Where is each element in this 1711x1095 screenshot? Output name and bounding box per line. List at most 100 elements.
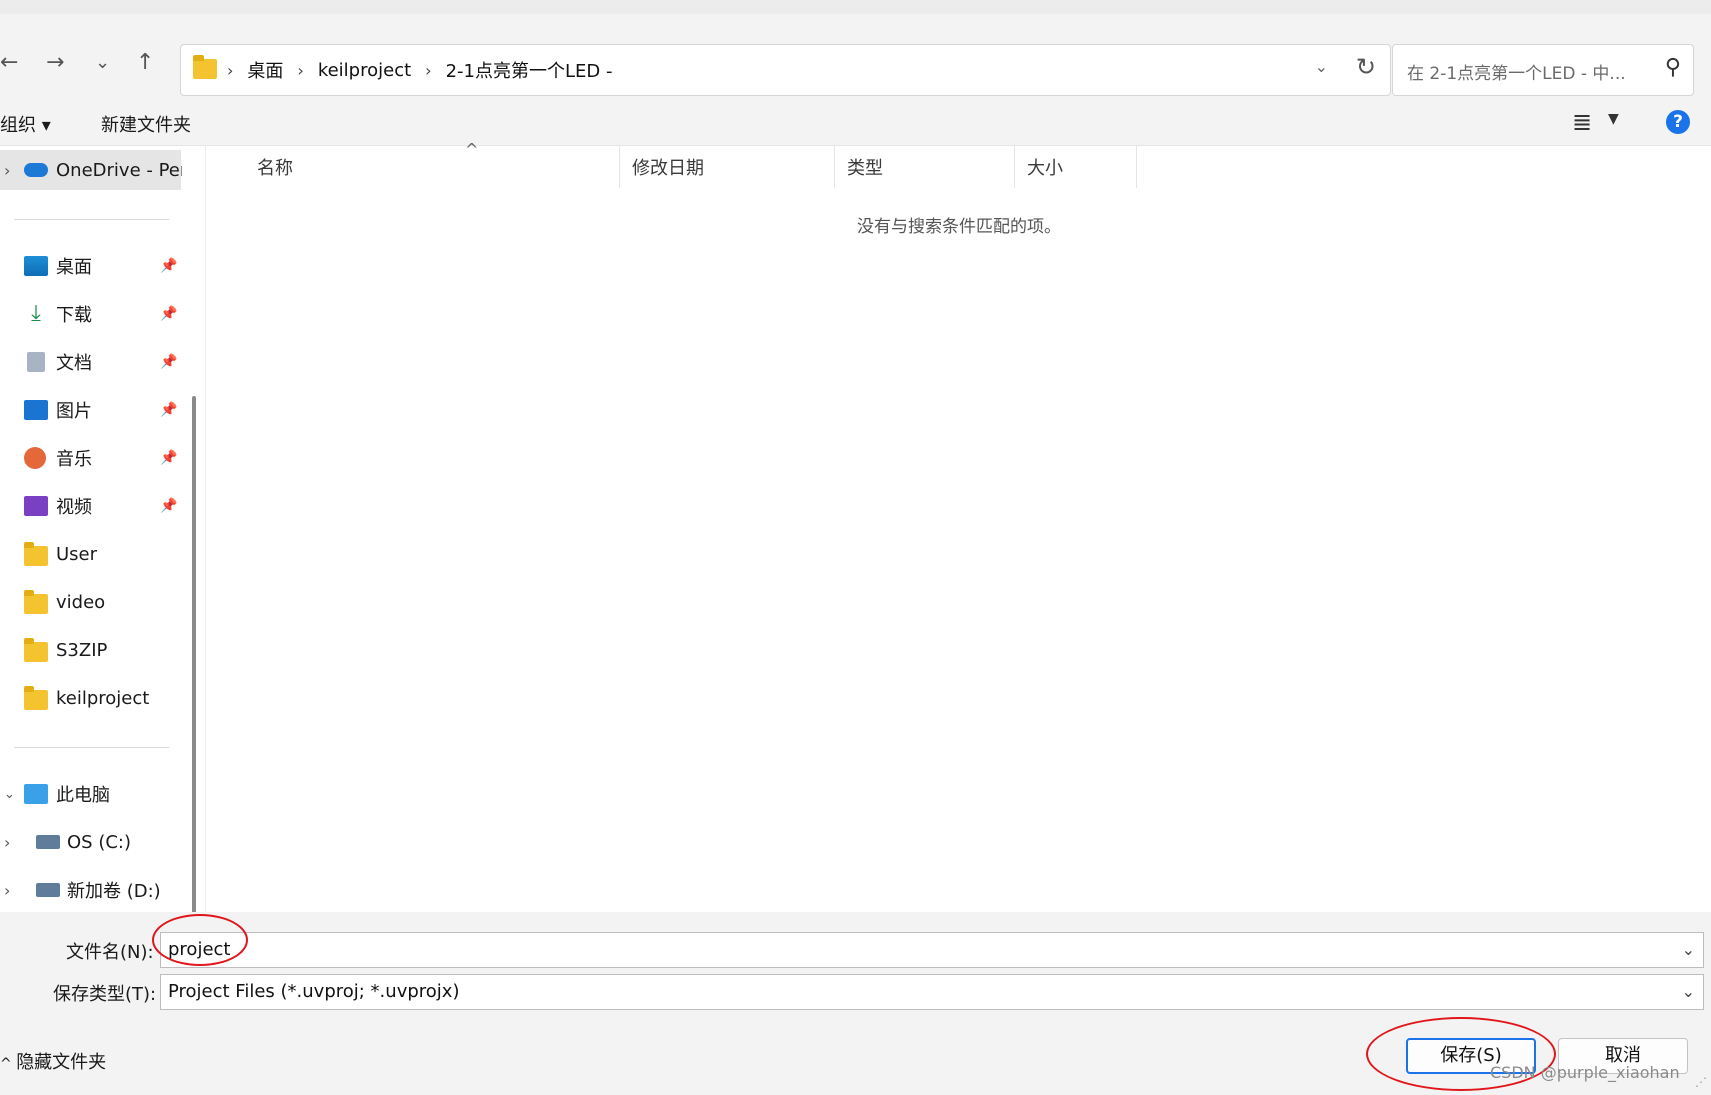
chevron-right-icon[interactable]: › xyxy=(297,61,303,80)
sidebar-item-onedrive[interactable]: › OneDrive - Per xyxy=(0,150,182,190)
sidebar-item-label: 视频 xyxy=(56,497,92,518)
search-placeholder: 在 2-1点亮第一个LED - 中... xyxy=(1407,64,1626,84)
chevron-right-icon[interactable]: › xyxy=(425,61,431,80)
chevron-up-icon: ^ xyxy=(0,1056,17,1072)
organize-menu[interactable]: 组织 ▾ xyxy=(0,111,51,137)
sidebar-item-label: User xyxy=(56,543,98,565)
sidebar-item-label: OS (C:) xyxy=(67,831,131,853)
chevron-down-icon[interactable]: ⌄ xyxy=(4,787,15,802)
column-header-modified[interactable]: 修改日期 xyxy=(620,146,835,188)
chevron-down-icon[interactable]: ⌄ xyxy=(1315,57,1328,76)
sort-ascending-icon: ^ xyxy=(465,140,479,159)
up-button[interactable]: ↑ xyxy=(136,52,154,74)
sidebar-item-documents[interactable]: 文档 📌 xyxy=(0,342,190,382)
document-icon xyxy=(27,352,45,372)
sidebar-item-desktop[interactable]: 桌面 📌 xyxy=(0,246,190,286)
view-options-icon[interactable]: ≣ xyxy=(1572,108,1592,136)
sidebar-item-video-folder[interactable]: video xyxy=(0,582,190,622)
folder-icon xyxy=(24,542,48,566)
sidebar-item-label: video xyxy=(56,591,106,613)
search-icon[interactable]: ⚲ xyxy=(1665,55,1681,80)
video-icon xyxy=(24,496,48,516)
filetype-select[interactable]: Project Files (*.uvproj; *.uvprojx) ⌄ xyxy=(160,974,1704,1010)
pin-icon[interactable]: 📌 xyxy=(160,450,177,466)
sidebar-item-drive-c[interactable]: › OS (C:) xyxy=(0,822,190,862)
sidebar-item-music[interactable]: 音乐 📌 xyxy=(0,438,190,478)
sidebar-item-label: 桌面 xyxy=(56,257,92,278)
chevron-right-icon: › xyxy=(227,60,234,80)
divider xyxy=(14,219,169,220)
column-header-name[interactable]: ^ 名称 xyxy=(245,140,620,188)
sidebar-item-pictures[interactable]: 图片 📌 xyxy=(0,390,190,430)
music-icon xyxy=(24,447,46,469)
sidebar-item-keilproject[interactable]: keilproject xyxy=(0,678,190,718)
address-bar[interactable]: › 桌面 › keilproject › 2-1点亮第一个LED - ⌄ ↻ xyxy=(180,44,1391,96)
empty-message: 没有与搜索条件匹配的项。 xyxy=(857,217,1061,237)
filetype-value: Project Files (*.uvproj; *.uvprojx) xyxy=(168,981,460,1002)
sidebar-item-label: 此电脑 xyxy=(56,785,110,806)
hide-folders-label: 隐藏文件夹 xyxy=(16,1052,107,1073)
hide-folders-toggle[interactable]: ^ 隐藏文件夹 xyxy=(0,1048,106,1074)
filetype-label: 保存类型(T): xyxy=(53,984,157,1005)
watermark: CSDN @purple_xiaohan xyxy=(1490,1063,1680,1082)
drive-icon xyxy=(36,883,60,897)
file-list: ^ 名称 修改日期 类型 大小 没有与搜索条件匹配的项。 xyxy=(207,140,1711,912)
column-header-size[interactable]: 大小 xyxy=(1015,146,1137,188)
search-input[interactable]: 在 2-1点亮第一个LED - 中... ⚲ xyxy=(1392,44,1694,96)
sidebar-item-label: 音乐 xyxy=(56,449,92,470)
refresh-icon[interactable]: ↻ xyxy=(1356,53,1376,81)
column-header-type[interactable]: 类型 xyxy=(835,146,1015,188)
help-icon[interactable]: ? xyxy=(1666,110,1690,134)
column-header-label: 名称 xyxy=(257,158,293,179)
resize-grip-icon[interactable]: ⋰ xyxy=(1695,1075,1707,1089)
sidebar-scrollbar[interactable] xyxy=(192,396,196,962)
forward-button[interactable]: → xyxy=(46,52,64,74)
divider xyxy=(14,747,169,748)
chevron-right-icon[interactable]: › xyxy=(4,833,10,852)
breadcrumb-keilproject[interactable]: keilproject xyxy=(318,60,411,81)
onedrive-cloud-icon xyxy=(24,163,48,177)
pin-icon[interactable]: 📌 xyxy=(160,258,177,274)
caret-down-icon[interactable]: ▼ xyxy=(1608,111,1619,127)
pin-icon[interactable]: 📌 xyxy=(160,402,177,418)
filename-field[interactable]: project ⌄ xyxy=(160,932,1704,968)
column-header-label: 修改日期 xyxy=(632,158,704,179)
pin-icon[interactable]: 📌 xyxy=(160,306,177,322)
sidebar-item-user[interactable]: User xyxy=(0,534,190,574)
chevron-right-icon[interactable]: › xyxy=(4,161,10,180)
filename-label: 文件名(N): xyxy=(66,942,154,963)
folder-icon xyxy=(24,590,48,614)
sidebar-item-label: OneDrive - Per xyxy=(56,159,182,181)
breadcrumb: › 桌面 › keilproject › 2-1点亮第一个LED - xyxy=(227,57,612,83)
new-folder-button[interactable]: 新建文件夹 xyxy=(101,111,191,137)
title-bar xyxy=(0,0,1711,14)
navigation-bar: ← → ⌄ ↑ › 桌面 › keilproject › 2-1点亮第一个LED… xyxy=(0,14,1711,98)
sidebar-item-videos[interactable]: 视频 📌 xyxy=(0,486,190,526)
sidebar-item-label: 新加卷 (D:) xyxy=(67,881,161,902)
chevron-right-icon[interactable]: › xyxy=(4,881,10,900)
pictures-icon xyxy=(24,400,48,420)
pin-icon[interactable]: 📌 xyxy=(160,354,177,370)
filename-value: project xyxy=(168,939,231,960)
folder-icon xyxy=(24,638,48,662)
sidebar-item-downloads[interactable]: ⤓ 下载 📌 xyxy=(0,294,190,334)
column-header-label: 大小 xyxy=(1027,158,1063,179)
sidebar-item-label: 图片 xyxy=(56,401,92,422)
drive-icon xyxy=(36,835,60,849)
breadcrumb-current[interactable]: 2-1点亮第一个LED - xyxy=(446,57,613,83)
sidebar-item-this-pc[interactable]: ⌄ 此电脑 xyxy=(0,774,190,814)
desktop-icon xyxy=(24,256,48,276)
sidebar-item-label: keilproject xyxy=(56,687,150,709)
sidebar-item-label: 下载 xyxy=(56,305,92,326)
pin-icon[interactable]: 📌 xyxy=(160,498,177,514)
recent-locations-button[interactable]: ⌄ xyxy=(95,52,110,74)
sidebar-item-s3zip[interactable]: S3ZIP xyxy=(0,630,190,670)
sidebar-item-drive-d[interactable]: › 新加卷 (D:) xyxy=(0,870,190,910)
back-button[interactable]: ← xyxy=(0,52,18,74)
command-toolbar: 组织 ▾ 新建文件夹 ≣ ▼ xyxy=(0,98,1711,146)
sidebar-item-label: 文档 xyxy=(56,353,92,374)
chevron-down-icon[interactable]: ⌄ xyxy=(1682,982,1695,1001)
breadcrumb-desktop[interactable]: 桌面 xyxy=(247,57,283,83)
chevron-down-icon[interactable]: ⌄ xyxy=(1682,940,1695,959)
download-icon: ⤓ xyxy=(31,301,41,326)
